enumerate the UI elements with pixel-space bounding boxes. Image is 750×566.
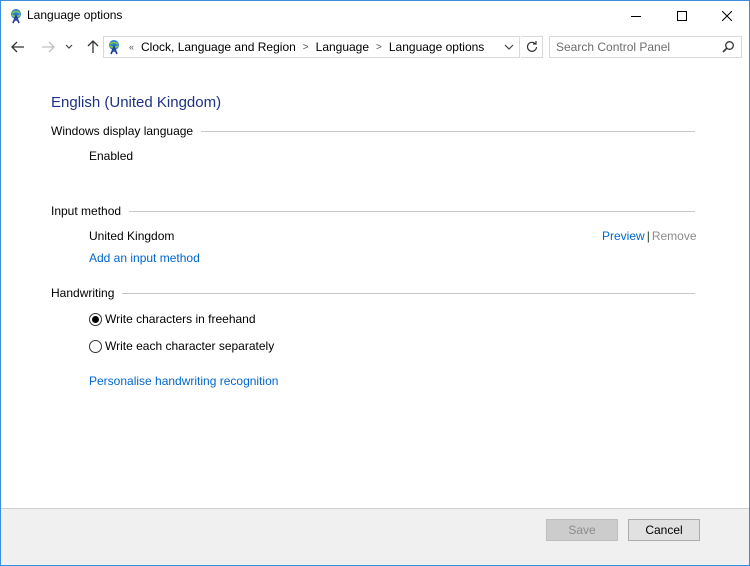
footer-bar: Save Cancel bbox=[1, 508, 749, 565]
navigation-bar: « Clock, Language and Region > Language … bbox=[1, 33, 749, 61]
breadcrumb-separator-icon[interactable]: > bbox=[376, 42, 382, 53]
separate-label[interactable]: Write each character separately bbox=[105, 339, 274, 353]
add-input-method-link[interactable]: Add an input method bbox=[89, 251, 200, 265]
input-method-heading: Input method bbox=[51, 204, 122, 218]
action-separator: | bbox=[646, 229, 650, 243]
section-divider bbox=[122, 293, 695, 294]
page-title: English (United Kingdom) bbox=[51, 94, 222, 111]
close-icon bbox=[722, 11, 732, 21]
arrow-left-icon bbox=[11, 41, 24, 53]
refresh-button[interactable] bbox=[521, 36, 543, 58]
separate-radio[interactable] bbox=[89, 339, 102, 353]
display-language-status: Enabled bbox=[89, 149, 134, 163]
breadcrumb-overflow-icon[interactable]: « bbox=[129, 42, 134, 52]
freehand-radio-option[interactable]: Write characters in freehand bbox=[89, 311, 256, 327]
radio-selected-dot bbox=[92, 315, 99, 323]
back-button[interactable] bbox=[7, 36, 29, 58]
section-divider bbox=[129, 211, 695, 212]
display-language-heading: Windows display language bbox=[51, 124, 194, 138]
arrow-up-icon bbox=[87, 40, 99, 53]
language-options-window: Language options « Clock, Language and R… bbox=[0, 0, 750, 566]
address-dropdown-button[interactable] bbox=[501, 39, 517, 55]
search-input[interactable] bbox=[550, 37, 715, 57]
recent-locations-button[interactable] bbox=[61, 36, 77, 58]
freehand-radio[interactable] bbox=[89, 312, 102, 326]
freehand-label[interactable]: Write characters in freehand bbox=[105, 312, 256, 326]
preview-link[interactable]: Preview bbox=[602, 229, 645, 243]
refresh-icon bbox=[526, 41, 537, 52]
chevron-down-icon bbox=[504, 44, 514, 50]
remove-link: Remove bbox=[651, 229, 697, 243]
arrow-right-icon bbox=[42, 41, 55, 53]
minimize-button[interactable] bbox=[613, 1, 659, 31]
personalise-handwriting-link[interactable]: Personalise handwriting recognition bbox=[89, 374, 278, 388]
handwriting-heading: Handwriting bbox=[51, 286, 115, 300]
window-title: Language options bbox=[27, 8, 123, 22]
control-panel-language-icon bbox=[107, 39, 123, 55]
input-method-name: United Kingdom bbox=[89, 229, 175, 243]
handwriting-section-header: Handwriting bbox=[51, 285, 695, 301]
breadcrumb-language-options[interactable]: Language options bbox=[389, 40, 484, 54]
language-globe-icon bbox=[9, 8, 25, 24]
search-icon[interactable] bbox=[721, 40, 735, 54]
input-method-section-header: Input method bbox=[51, 203, 695, 219]
input-method-actions: Preview | Remove bbox=[602, 229, 697, 243]
chevron-down-icon bbox=[65, 44, 73, 49]
breadcrumb-separator-icon[interactable]: > bbox=[303, 42, 309, 53]
search-box[interactable] bbox=[549, 36, 742, 58]
title-bar: Language options bbox=[1, 1, 749, 31]
breadcrumb-language[interactable]: Language bbox=[316, 40, 369, 54]
up-button[interactable] bbox=[83, 36, 103, 58]
display-language-section-header: Windows display language bbox=[51, 123, 695, 139]
breadcrumb-clock-language-region[interactable]: Clock, Language and Region bbox=[141, 40, 296, 54]
main-content: English (United Kingdom) Windows display… bbox=[1, 63, 749, 508]
save-button[interactable]: Save bbox=[546, 519, 618, 541]
maximize-button[interactable] bbox=[659, 1, 705, 31]
forward-button[interactable] bbox=[37, 36, 59, 58]
minimize-icon bbox=[631, 16, 641, 17]
maximize-icon bbox=[677, 11, 687, 21]
address-bar[interactable]: « Clock, Language and Region > Language … bbox=[103, 36, 520, 58]
separate-radio-option[interactable]: Write each character separately bbox=[89, 338, 274, 354]
close-button[interactable] bbox=[704, 1, 750, 31]
cancel-button[interactable]: Cancel bbox=[628, 519, 700, 541]
section-divider bbox=[201, 131, 695, 132]
